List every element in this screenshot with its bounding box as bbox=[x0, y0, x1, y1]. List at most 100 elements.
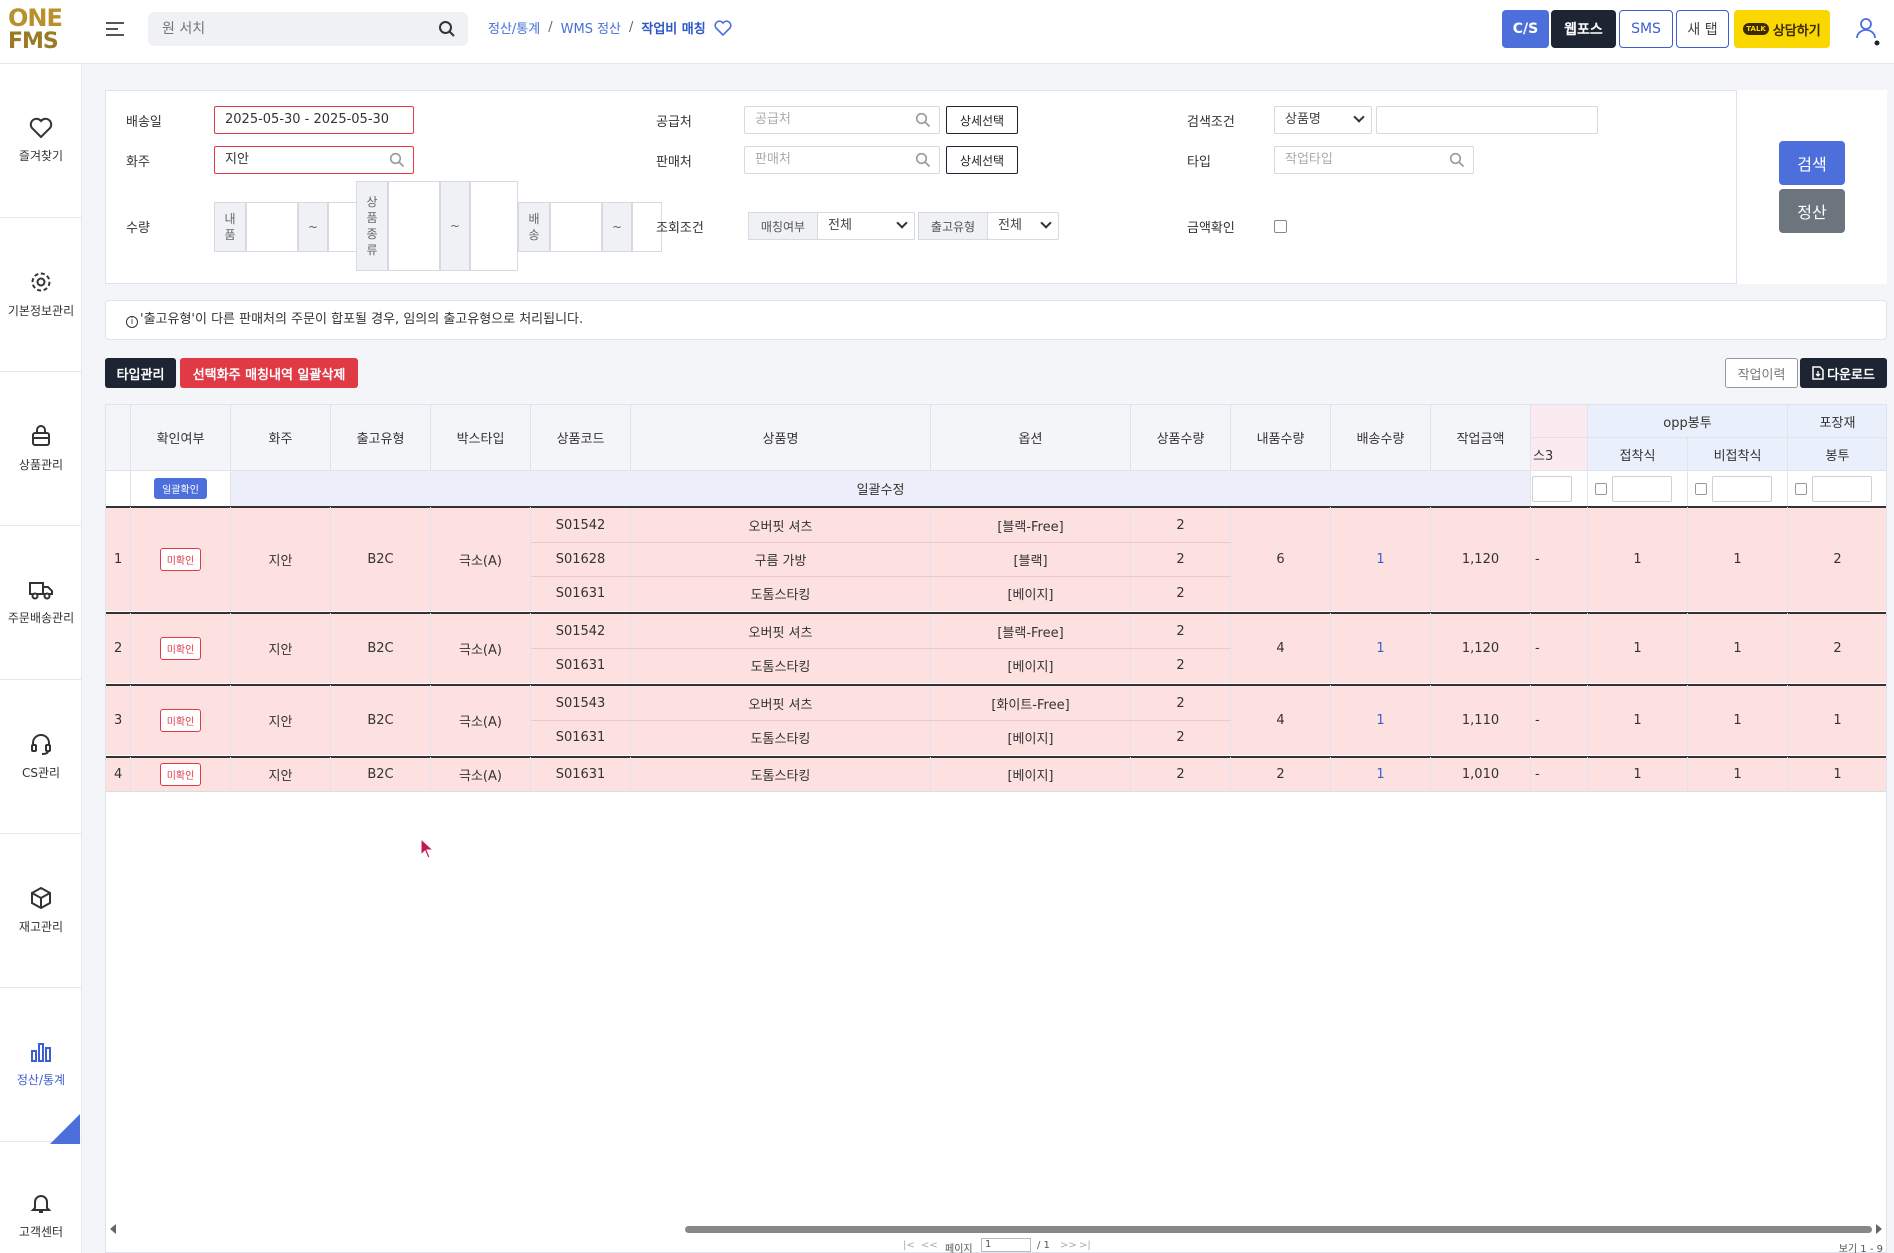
search-icon[interactable] bbox=[438, 20, 456, 38]
search-button[interactable]: 검색 bbox=[1779, 141, 1845, 185]
bulk-nonglue-input[interactable] bbox=[1712, 476, 1772, 502]
search-icon[interactable] bbox=[915, 152, 931, 168]
supplier-detail-select-button[interactable]: 상세선택 bbox=[946, 106, 1018, 134]
qty-kind-min-input[interactable] bbox=[388, 181, 440, 271]
bulk-confirm-button[interactable]: 일괄확인 bbox=[154, 478, 207, 499]
ship-qty-link[interactable]: 1 bbox=[1331, 685, 1431, 755]
new-tab-button[interactable]: 새 탭 bbox=[1676, 10, 1729, 48]
col-header-amount[interactable]: 작업금액 bbox=[1431, 405, 1531, 471]
kakao-talk-button[interactable]: TALK 상담하기 bbox=[1734, 10, 1830, 48]
bulk-glue-input[interactable] bbox=[1612, 476, 1672, 502]
sidebar-item-orders[interactable]: 주문배송관리 bbox=[0, 526, 82, 680]
search-icon[interactable] bbox=[389, 152, 405, 168]
col-header-option[interactable]: 옵션 bbox=[931, 405, 1131, 471]
owner-input[interactable]: 지안 bbox=[214, 146, 414, 174]
ship-qty-link[interactable]: 1 bbox=[1331, 757, 1431, 791]
sidebar-item-cs[interactable]: CS관리 bbox=[0, 680, 82, 834]
col-header-inner-qty[interactable]: 내품수량 bbox=[1231, 405, 1331, 471]
work-log-button[interactable]: 작업이력 bbox=[1725, 358, 1798, 388]
unconfirmed-badge[interactable]: 미확인 bbox=[159, 708, 202, 732]
bulk-bag-input[interactable] bbox=[1812, 476, 1872, 502]
col-header-s3[interactable]: 스3 bbox=[1531, 438, 1588, 471]
pager-next-icon[interactable]: >> bbox=[1060, 1240, 1077, 1251]
product-name-cell: 오버핏 셔츠 bbox=[631, 614, 931, 648]
bulk-nonglue-checkbox[interactable] bbox=[1695, 483, 1707, 495]
col-header-product-name[interactable]: 상품명 bbox=[631, 405, 931, 471]
sidebar-item-inventory[interactable]: 재고관리 bbox=[0, 834, 82, 988]
query-condition-label: 조회조건 bbox=[656, 221, 704, 236]
qty-inner-min-input[interactable] bbox=[246, 202, 298, 252]
col-header-confirm[interactable]: 확인여부 bbox=[131, 405, 231, 471]
bulk-delete-matching-button[interactable]: 선택화주 매칭내역 일괄삭제 bbox=[180, 358, 358, 388]
sidebar-item-products[interactable]: 상품관리 bbox=[0, 372, 82, 526]
bulk-glue-checkbox[interactable] bbox=[1595, 483, 1607, 495]
global-search-input[interactable] bbox=[148, 12, 408, 46]
type-management-button[interactable]: 타입관리 bbox=[105, 358, 176, 388]
pager-first-icon[interactable]: |< bbox=[903, 1240, 915, 1251]
pager-prev-icon[interactable]: << bbox=[921, 1240, 938, 1251]
col-header-box-type[interactable]: 박스타입 bbox=[431, 405, 531, 471]
bell-icon bbox=[30, 1194, 52, 1213]
search-icon[interactable] bbox=[1449, 152, 1465, 168]
horizontal-scrollbar[interactable] bbox=[105, 1222, 1887, 1236]
pager-page-input[interactable]: 1 bbox=[981, 1238, 1031, 1252]
seller-input[interactable]: 판매처 bbox=[744, 146, 940, 174]
file-download-icon bbox=[1812, 366, 1824, 380]
amount-check-checkbox[interactable] bbox=[1274, 220, 1287, 233]
favorite-heart-icon[interactable] bbox=[714, 19, 732, 36]
bulk-bag-checkbox[interactable] bbox=[1795, 483, 1807, 495]
confirm-status-cell: 미확인 bbox=[131, 507, 231, 611]
unconfirmed-badge[interactable]: 미확인 bbox=[159, 547, 202, 571]
sidebar-item-basic-info[interactable]: 기본정보관리 bbox=[0, 218, 82, 372]
qty-kind-max-input[interactable] bbox=[470, 181, 518, 271]
scrollbar-thumb[interactable] bbox=[685, 1226, 1872, 1233]
col-header-product-code[interactable]: 상품코드 bbox=[531, 405, 631, 471]
seller-detail-select-button[interactable]: 상세선택 bbox=[946, 146, 1018, 174]
pager-last-icon[interactable]: >| bbox=[1079, 1240, 1091, 1251]
scroll-right-icon[interactable] bbox=[1875, 1224, 1883, 1234]
supplier-input[interactable]: 공급처 bbox=[744, 106, 940, 134]
col-header-product-qty[interactable]: 상품수량 bbox=[1131, 405, 1231, 471]
col-header-glue[interactable]: 접착식 bbox=[1588, 438, 1688, 471]
sidebar-item-favorites[interactable]: 즐겨찾기 bbox=[0, 64, 82, 218]
search-icon[interactable] bbox=[915, 112, 931, 128]
col-header-bag[interactable]: 봉투 bbox=[1788, 438, 1886, 471]
col-header-owner[interactable]: 화주 bbox=[231, 405, 331, 471]
delivery-date-range-input[interactable]: 2025-05-30 - 2025-05-30 bbox=[214, 106, 414, 134]
bulk-edit-cell[interactable]: 일괄수정 bbox=[231, 471, 1531, 507]
col-header-ship-qty[interactable]: 배송수량 bbox=[1331, 405, 1431, 471]
unconfirmed-badge[interactable]: 미확인 bbox=[159, 636, 202, 660]
breadcrumb-item-settlement[interactable]: 정산/통계 bbox=[488, 18, 540, 37]
scroll-left-icon[interactable] bbox=[109, 1224, 117, 1234]
box-type-cell: 극소(A) bbox=[431, 613, 531, 683]
out-type-select[interactable]: 전체 bbox=[987, 212, 1059, 240]
work-type-input[interactable]: 작업타입 bbox=[1274, 146, 1474, 174]
qty-inner-max-input[interactable] bbox=[328, 202, 358, 252]
breadcrumb-item-wms[interactable]: WMS 정산 bbox=[561, 18, 621, 37]
box-type-cell: 극소(A) bbox=[431, 507, 531, 611]
webpos-button[interactable]: 웹포스 bbox=[1551, 10, 1616, 48]
col-group-header-opp: opp봉투 bbox=[1588, 405, 1788, 438]
qty-ship-min-input[interactable] bbox=[550, 202, 602, 252]
search-keyword-input[interactable] bbox=[1376, 106, 1598, 134]
settle-button[interactable]: 정산 bbox=[1779, 189, 1845, 233]
user-icon[interactable] bbox=[1854, 16, 1882, 46]
cs-button[interactable]: C/S bbox=[1502, 10, 1549, 48]
match-status-select[interactable]: 전체 bbox=[817, 212, 915, 240]
bulk-s3-input[interactable] bbox=[1532, 476, 1572, 502]
owner-cell: 지안 bbox=[231, 613, 331, 683]
download-button[interactable]: 다운로드 bbox=[1800, 358, 1887, 388]
sidebar-item-support[interactable]: 고객센터 bbox=[0, 1177, 82, 1253]
ship-qty-link[interactable]: 1 bbox=[1331, 613, 1431, 683]
sms-button[interactable]: SMS bbox=[1619, 10, 1673, 48]
option-cell: [블랙] bbox=[931, 542, 1131, 576]
ship-qty-link[interactable]: 1 bbox=[1331, 507, 1431, 611]
menu-toggle-icon[interactable] bbox=[106, 18, 124, 38]
col-header-out-type[interactable]: 출고유형 bbox=[331, 405, 431, 471]
search-condition-select[interactable]: 상품명 bbox=[1274, 106, 1372, 134]
col-header-nonglue[interactable]: 비접착식 bbox=[1688, 438, 1788, 471]
inner-qty-cell: 4 bbox=[1231, 685, 1331, 755]
product-qty-cell: 2 bbox=[1131, 614, 1231, 648]
unconfirmed-badge[interactable]: 미확인 bbox=[159, 762, 202, 786]
app-logo[interactable]: ONE FMS bbox=[8, 6, 68, 58]
